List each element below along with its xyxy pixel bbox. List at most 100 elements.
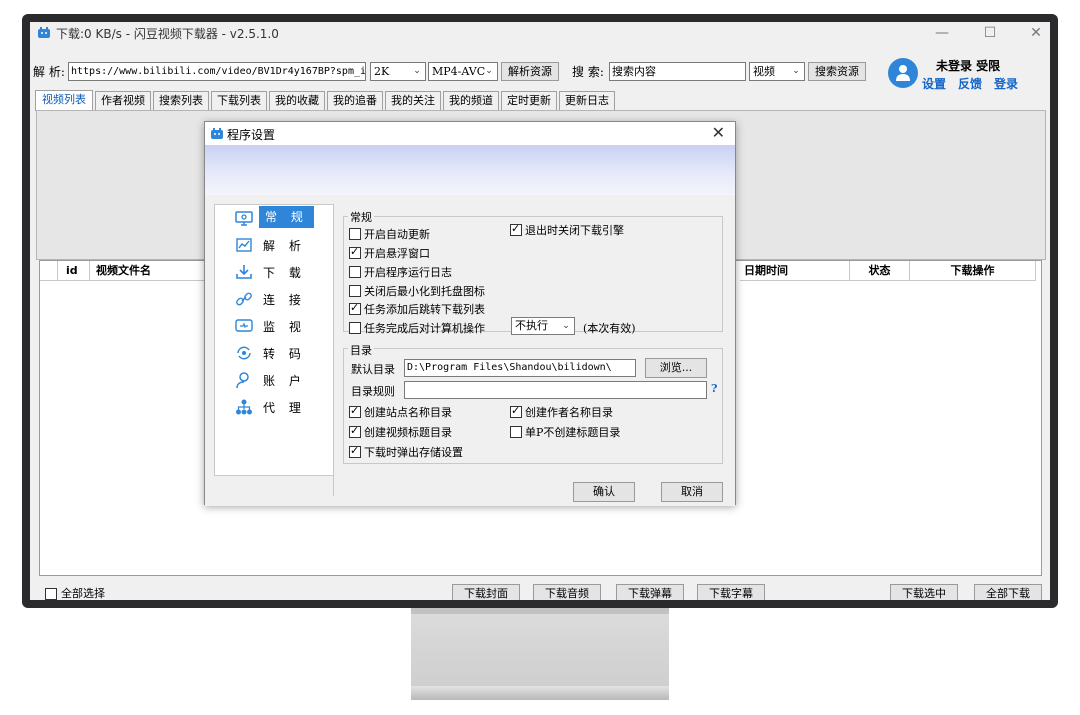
avatar[interactable] xyxy=(888,58,918,88)
quality-value: 2K xyxy=(374,65,390,78)
tab-favorites[interactable]: 我的收藏 xyxy=(269,91,325,110)
tab-search-list[interactable]: 搜索列表 xyxy=(153,91,209,110)
popup-storage-checkbox[interactable] xyxy=(349,444,361,458)
chart-icon xyxy=(236,238,252,252)
maximize-icon[interactable]: ☐ xyxy=(980,24,1000,42)
default-dir-input[interactable]: D:\Program Files\Shandou\bilidown\ xyxy=(404,359,636,377)
option-label: 开启自动更新 xyxy=(364,228,430,241)
settings-link[interactable]: 设置 xyxy=(922,75,946,92)
jump-to-download-list-checkbox[interactable] xyxy=(349,301,361,315)
table-header-status[interactable]: 状态 xyxy=(850,261,910,281)
user-avatar-icon xyxy=(896,65,910,81)
create-site-dir-checkbox[interactable] xyxy=(349,404,361,418)
feedback-link[interactable]: 反馈 xyxy=(958,75,982,92)
floating-window-option[interactable]: 开启悬浮窗口 xyxy=(349,245,430,261)
floating-window-checkbox[interactable] xyxy=(349,245,361,259)
create-author-dir-option[interactable]: 创建作者名称目录 xyxy=(510,404,613,420)
tab-channels[interactable]: 我的频道 xyxy=(443,91,499,110)
search-label: 搜 索: xyxy=(572,65,604,79)
dir-rule-input[interactable] xyxy=(404,381,707,399)
popup-storage-option[interactable]: 下载时弹出存储设置 xyxy=(349,444,463,460)
minimize-to-tray-option[interactable]: 关闭后最小化到托盘图标 xyxy=(349,283,485,299)
jump-to-download-list-option[interactable]: 任务添加后跳转下载列表 xyxy=(349,301,485,317)
close-engine-on-exit-checkbox[interactable] xyxy=(510,222,522,236)
general-group-title: 常规 xyxy=(348,209,374,225)
minimize-icon[interactable]: — xyxy=(932,24,952,42)
tab-following[interactable]: 我的关注 xyxy=(385,91,441,110)
auto-update-option[interactable]: 开启自动更新 xyxy=(349,226,430,242)
dialog-title: 程序设置 xyxy=(227,128,276,142)
create-title-dir-option[interactable]: 创建视频标题目录 xyxy=(349,424,452,440)
table-header-datetime[interactable]: 日期时间 xyxy=(740,261,850,281)
auto-update-checkbox[interactable] xyxy=(349,228,361,240)
option-label: 开启程序运行日志 xyxy=(364,266,452,279)
table-header-filename[interactable]: 视频文件名 xyxy=(90,261,210,281)
tab-changelog[interactable]: 更新日志 xyxy=(559,91,615,110)
settings-dialog: 程序设置 ✕ 常 规 解 析 下 载 连 接 监 视 转 码 账 户 代 理 常… xyxy=(204,121,736,506)
nav-item-account[interactable]: 账 户 xyxy=(215,367,333,393)
create-title-dir-checkbox[interactable] xyxy=(349,424,361,438)
download-cover-button[interactable]: 下载封面 xyxy=(452,584,520,600)
single-p-no-title-dir-option[interactable]: 单P不创建标题目录 xyxy=(510,424,620,440)
nav-item-parse[interactable]: 解 析 xyxy=(215,232,333,258)
search-resource-button[interactable]: 搜索资源 xyxy=(808,62,866,81)
create-author-dir-checkbox[interactable] xyxy=(510,404,522,418)
parse-resource-button[interactable]: 解析资源 xyxy=(501,62,559,81)
table-header-id[interactable]: id xyxy=(58,261,90,281)
monitor-stand-base xyxy=(411,686,669,700)
cancel-button[interactable]: 取消 xyxy=(661,482,723,502)
close-icon[interactable]: ✕ xyxy=(1026,24,1046,42)
url-input[interactable]: https://www.bilibili.com/video/BV1Dr4y16… xyxy=(68,62,366,81)
monitor-icon xyxy=(235,319,253,332)
close-engine-on-exit-option[interactable]: 退出时关闭下载引擎 xyxy=(510,222,624,238)
quality-select[interactable]: 2K ⌄ xyxy=(370,62,426,81)
table-header-download-action[interactable]: 下载操作 xyxy=(910,261,1036,281)
chevron-down-icon: ⌄ xyxy=(413,66,421,76)
search-input[interactable]: 搜索内容 xyxy=(609,62,746,81)
download-audio-button[interactable]: 下载音频 xyxy=(533,584,601,600)
tab-author-videos[interactable]: 作者视频 xyxy=(95,91,151,110)
create-site-dir-option[interactable]: 创建站点名称目录 xyxy=(349,404,452,420)
login-link[interactable]: 登录 xyxy=(994,75,1018,92)
download-danmaku-button[interactable]: 下载弹幕 xyxy=(616,584,684,600)
confirm-button[interactable]: 确认 xyxy=(573,482,635,502)
nav-item-download[interactable]: 下 载 xyxy=(215,259,333,285)
title-bar: 下载:0 KB/s - 闪豆视频下载器 - v2.5.1.0 — ☐ ✕ xyxy=(30,22,1050,44)
download-subtitle-button[interactable]: 下载字幕 xyxy=(697,584,765,600)
nav-item-connection[interactable]: 连 接 xyxy=(215,286,333,312)
codec-select[interactable]: MP4-AVC ⌄ xyxy=(428,62,498,81)
nav-item-proxy[interactable]: 代 理 xyxy=(215,394,333,420)
option-label: 创建站点名称目录 xyxy=(364,406,452,419)
after-complete-action-select[interactable]: 不执行 ⌄ xyxy=(511,317,575,335)
search-type-select[interactable]: 视频 ⌄ xyxy=(749,62,805,81)
after-complete-action-option[interactable]: 任务完成后对计算机操作 xyxy=(349,320,485,336)
dialog-banner xyxy=(205,145,735,195)
tab-bangumi[interactable]: 我的追番 xyxy=(327,91,383,110)
tab-video-list[interactable]: 视频列表 xyxy=(35,90,93,111)
download-all-button[interactable]: 全部下载 xyxy=(974,584,1042,600)
single-p-no-title-dir-checkbox[interactable] xyxy=(510,426,522,438)
nav-item-general[interactable]: 常 规 xyxy=(215,205,333,231)
after-complete-action-value: 不执行 xyxy=(515,319,548,332)
nav-item-monitor[interactable]: 监 视 xyxy=(215,313,333,339)
download-selected-button[interactable]: 下载选中 xyxy=(890,584,958,600)
download-icon xyxy=(236,265,252,279)
nav-item-label: 转 码 xyxy=(263,347,306,361)
nav-item-label: 监 视 xyxy=(263,320,306,334)
settings-nav: 常 规 解 析 下 载 连 接 监 视 转 码 账 户 代 理 xyxy=(214,204,334,476)
nav-item-transcode[interactable]: 转 码 xyxy=(215,340,333,366)
select-all-checkbox[interactable] xyxy=(45,588,57,600)
tab-scheduled-update[interactable]: 定时更新 xyxy=(501,91,557,110)
option-label: 任务完成后对计算机操作 xyxy=(364,322,485,335)
close-icon[interactable]: ✕ xyxy=(712,123,725,142)
tab-download-list[interactable]: 下载列表 xyxy=(211,91,267,110)
minimize-to-tray-checkbox[interactable] xyxy=(349,285,361,297)
run-log-checkbox[interactable] xyxy=(349,266,361,278)
run-log-option[interactable]: 开启程序运行日志 xyxy=(349,264,452,280)
dialog-title-bar: 程序设置 ✕ xyxy=(205,122,735,145)
proxy-network-icon xyxy=(236,399,252,415)
after-complete-action-checkbox[interactable] xyxy=(349,322,361,334)
help-icon[interactable]: ? xyxy=(711,382,717,395)
nav-item-label: 常 规 xyxy=(259,206,314,228)
browse-button[interactable]: 浏览... xyxy=(645,358,707,378)
